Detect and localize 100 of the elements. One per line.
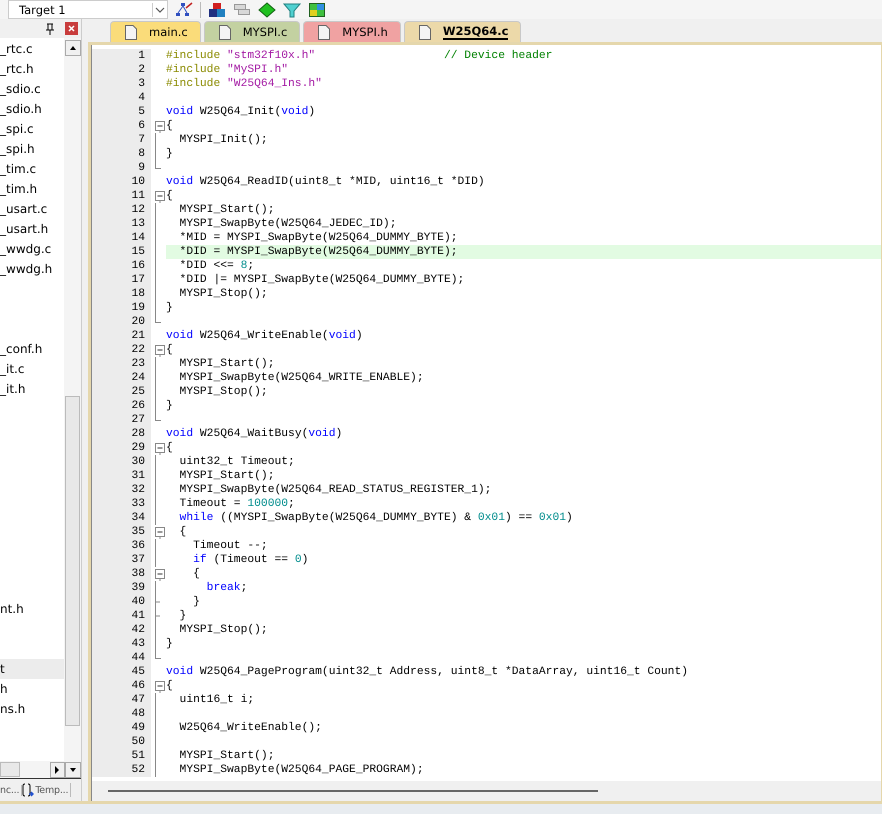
line-number: 1 [92, 49, 151, 63]
line-number: 40 [92, 595, 151, 609]
grid-icon[interactable] [308, 2, 326, 18]
file-tab[interactable]: MYSPI.h [303, 21, 401, 42]
code-line: } [166, 400, 173, 412]
code-line: MYSPI_Start(); [178, 204, 274, 216]
code-line: MYSPI_SwapByte(W25Q64_PAGE_PROGRAM); [178, 764, 424, 776]
close-icon[interactable] [65, 22, 78, 35]
code-line: MYSPI_Start(); [178, 470, 274, 482]
line-number: 27 [92, 413, 151, 427]
line-number: 4 [92, 91, 151, 105]
line-number: 42 [92, 623, 151, 637]
fold-toggle-icon[interactable] [155, 119, 166, 133]
line-number: 18 [92, 287, 151, 301]
fold-toggle-icon[interactable] [155, 567, 166, 581]
scroll-thumb[interactable] [65, 396, 80, 726]
line-number: 20 [92, 315, 151, 329]
line-number: 32 [92, 483, 151, 497]
line-number: 2 [92, 63, 151, 77]
line-number: 19 [92, 301, 151, 315]
file-item[interactable]: _wwdg.h [0, 259, 64, 279]
code-line: *DID = MYSPI_SwapByte(W25Q64_DUMMY_BYTE); [178, 246, 458, 258]
line-number: 44 [92, 651, 151, 665]
diamond-icon[interactable] [258, 2, 276, 18]
code-line: { [178, 526, 186, 538]
code-line: } [178, 610, 186, 622]
line-number: 43 [92, 637, 151, 651]
scroll-down-icon[interactable] [65, 762, 81, 778]
code-line: void W25Q64_Init(void) [166, 106, 316, 118]
line-number: 13 [92, 217, 151, 231]
code-line: MYSPI_Start(); [178, 750, 274, 762]
line-number: 50 [92, 735, 151, 749]
file-item[interactable]: _wwdg.c [0, 239, 64, 259]
line-number: 5 [92, 105, 151, 119]
file-item[interactable]: _conf.h [0, 339, 64, 359]
funnel-icon[interactable] [283, 2, 301, 18]
document-icon [218, 24, 231, 40]
file-item[interactable]: _usart.c [0, 199, 64, 219]
line-number: 28 [92, 427, 151, 441]
file-item[interactable]: nt.h [0, 599, 64, 619]
code-line: uint16_t i; [178, 694, 254, 706]
scroll-right-icon[interactable] [50, 762, 65, 778]
file-item[interactable]: _it.c [0, 359, 64, 379]
file-tab[interactable]: W25Q64.c [404, 21, 522, 42]
line-number: 6 [92, 119, 151, 133]
code-line: } [192, 596, 200, 608]
line-number: 37 [92, 553, 151, 567]
line-number: 10 [92, 175, 151, 189]
fold-toggle-icon[interactable] [155, 525, 166, 539]
fold-toggle-icon[interactable] [155, 189, 166, 203]
code-line: MYSPI_Start(); [178, 358, 274, 370]
line-number: 36 [92, 539, 151, 553]
vertical-scrollbar[interactable] [64, 38, 81, 761]
target-dropdown[interactable]: Target 1 [8, 0, 168, 19]
fold-toggle-icon[interactable] [155, 441, 166, 455]
code-line: if (Timeout == 0) [192, 554, 308, 566]
line-number: 25 [92, 385, 151, 399]
line-number: 24 [92, 371, 151, 385]
line-number: 39 [92, 581, 151, 595]
file-item[interactable]: t [0, 659, 64, 679]
panel-tab[interactable]: nc... [0, 784, 22, 796]
line-number: 12 [92, 203, 151, 217]
fold-end [155, 413, 161, 421]
panel-tab[interactable]: Temp... [22, 783, 72, 797]
file-item[interactable]: _sdio.h [0, 99, 64, 119]
file-item[interactable]: _rtc.c [0, 39, 64, 59]
code-line: void W25Q64_ReadID(uint8_t *MID, uint16_t *DID) [166, 176, 485, 188]
file-item[interactable]: ns.h [0, 699, 64, 719]
file-tab[interactable]: main.c [110, 21, 201, 42]
horizontal-scroll-thumb[interactable] [108, 790, 598, 792]
code-line: void W25Q64_WriteEnable(void) [166, 330, 363, 342]
file-item[interactable]: _it.h [0, 379, 64, 399]
code-line: W25Q64_WriteEnable(); [178, 722, 322, 734]
file-item[interactable]: _tim.c [0, 159, 64, 179]
code-line: void W25Q64_WaitBusy(void) [166, 428, 342, 440]
pin-icon[interactable] [45, 22, 55, 34]
file-item[interactable]: _sdio.c [0, 79, 64, 99]
file-item[interactable]: h [0, 679, 64, 699]
code-line: #include "W25Q64_Ins.h" [166, 78, 322, 90]
line-number: 51 [92, 749, 151, 763]
fold-toggle-icon[interactable] [155, 679, 166, 693]
scroll-up-icon[interactable] [64, 40, 80, 56]
file-item[interactable]: _rtc.h [0, 59, 64, 79]
windows-icon[interactable] [233, 2, 251, 18]
line-number: 45 [92, 665, 151, 679]
code-line: { [166, 190, 173, 202]
line-number: 29 [92, 441, 151, 455]
magic-wand-icon[interactable] [175, 2, 193, 18]
file-item[interactable]: _tim.h [0, 179, 64, 199]
code-line: } [166, 302, 173, 314]
file-item[interactable]: _spi.c [0, 119, 64, 139]
code-line: MYSPI_SwapByte(W25Q64_READ_STATUS_REGISTER_1); [178, 484, 492, 496]
horizontal-scroll-thumb[interactable] [0, 762, 20, 777]
line-number: 47 [92, 693, 151, 707]
file-item[interactable]: _spi.h [0, 139, 64, 159]
file-tab[interactable]: MYSPI.c [204, 21, 300, 42]
line-number: 41 [92, 609, 151, 623]
file-item[interactable]: _usart.h [0, 219, 64, 239]
fold-toggle-icon[interactable] [155, 343, 166, 357]
code-line: *DID |= MYSPI_SwapByte(W25Q64_DUMMY_BYTE); [178, 274, 464, 286]
